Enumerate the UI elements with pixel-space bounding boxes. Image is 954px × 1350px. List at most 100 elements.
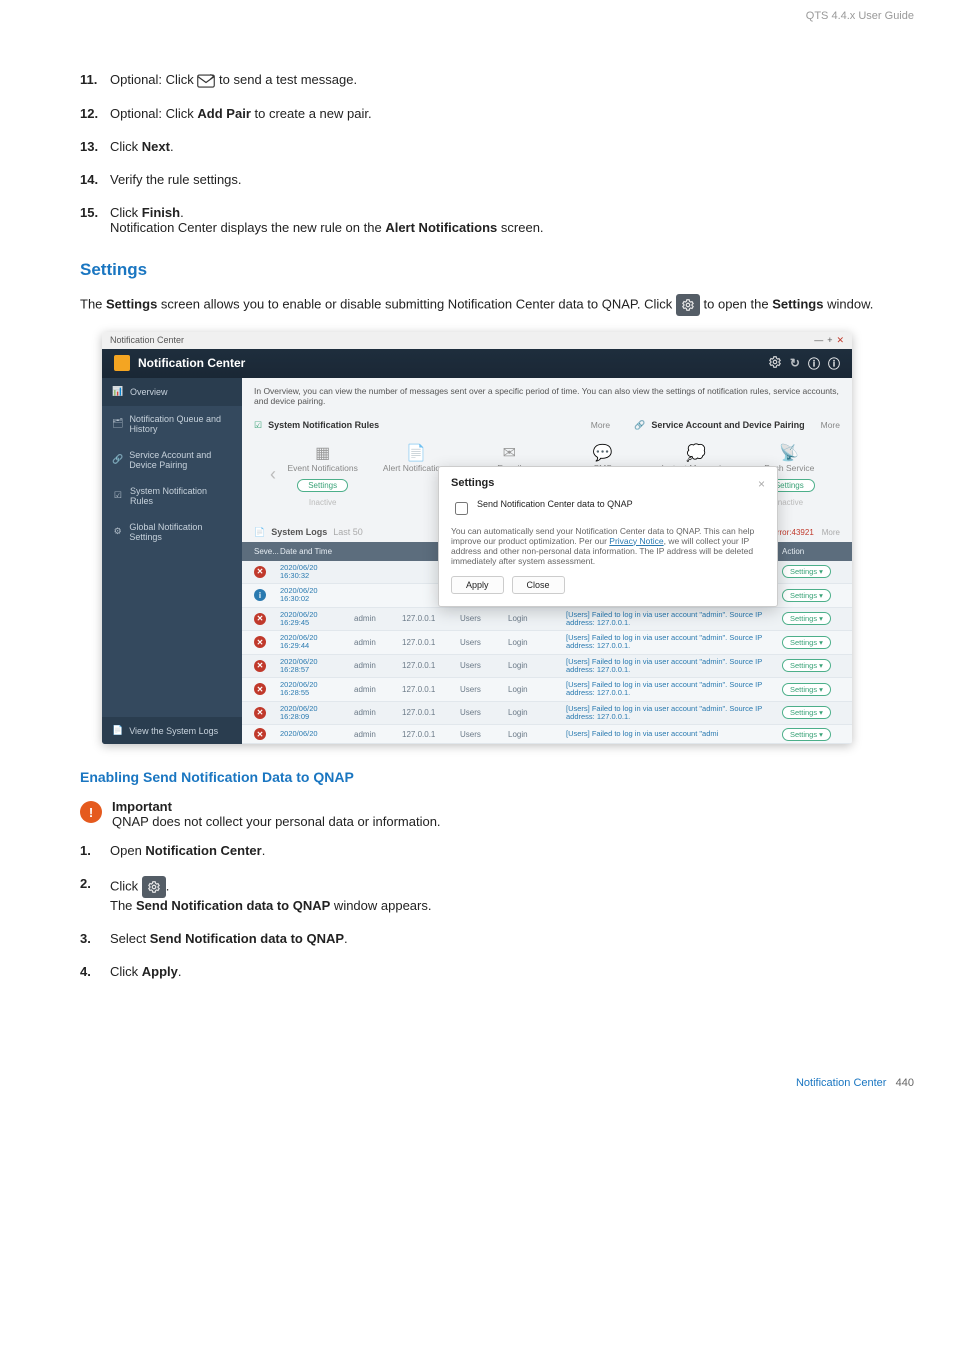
chat-icon: 💭 (649, 443, 742, 463)
doc-footer: Notification Center 440 (0, 1057, 954, 1109)
maximize-icon[interactable]: + (827, 335, 832, 346)
row-settings-button[interactable]: Settings ▾ (782, 683, 831, 696)
sidebar-item-overview[interactable]: 📊Overview (102, 378, 242, 406)
queue-icon: 🗂 (112, 418, 123, 430)
step-sub: Notification Center displays the new rul… (110, 220, 544, 235)
step-body: Open Notification Center. (110, 843, 874, 858)
row-settings-button[interactable]: Settings ▾ (782, 636, 831, 649)
step-body: Click Next. (110, 139, 874, 154)
error-icon: ✕ (254, 566, 266, 578)
cell-user: admin (354, 708, 398, 717)
info-icon: i (254, 589, 266, 601)
check-icon: ☑ (254, 420, 262, 431)
header-refresh-icon[interactable]: ↻ (790, 356, 800, 370)
cell-date: 2020/06/2016:28:57 (280, 658, 350, 675)
step-body: Select Send Notification data to QNAP. (110, 931, 874, 946)
gear-icon[interactable] (142, 876, 166, 898)
footer-page: 440 (896, 1077, 914, 1089)
row-settings-button[interactable]: Settings ▾ (782, 612, 831, 625)
rules-label: System Notification Rules (268, 420, 379, 430)
sidebar-item-service[interactable]: 🔗Service Account and Device Pairing (102, 442, 242, 478)
cell-date: 2020/06/2016:30:32 (280, 564, 350, 581)
step-body: Verify the rule settings. (110, 172, 874, 187)
app-title: Notification Center (138, 356, 245, 370)
mail-icon: ✉ (463, 443, 556, 463)
main-panel: In Overview, you can view the number of … (242, 378, 852, 745)
row-settings-button[interactable]: Settings ▾ (782, 565, 831, 578)
cell-date: 2020/06/20 (280, 730, 350, 738)
step-number: 1. (80, 843, 110, 858)
close-icon[interactable]: ✕ (836, 335, 844, 346)
step-number: 11. (80, 72, 110, 88)
settings-para-pre: The Settings screen allows you to enable… (80, 296, 676, 311)
step-number: 14. (80, 172, 110, 187)
cell-user: admin (354, 638, 398, 647)
col-sev: Seve... (254, 547, 276, 556)
gear-icon[interactable] (676, 294, 700, 316)
error-icon: ✕ (254, 683, 266, 695)
sidebar-item-rules[interactable]: ☑System Notification Rules (102, 478, 242, 514)
popup-checkbox[interactable] (455, 502, 468, 515)
sidebar: 📊Overview 🗂Notification Queue and Histor… (102, 378, 242, 745)
header-info-icon[interactable]: ⓘ (828, 355, 840, 372)
cell-cat: Login (508, 661, 562, 670)
row-settings-button[interactable]: Settings ▾ (782, 728, 831, 741)
titlebar-text: Notification Center (110, 335, 184, 345)
sidebar-footer[interactable]: 📄 View the System Logs (102, 717, 242, 744)
cell-cat: Login (508, 614, 562, 623)
table-row: ✕2020/06/2016:28:57admin127.0.0.1UsersLo… (242, 655, 852, 679)
row-settings-button[interactable]: Settings ▾ (782, 706, 831, 719)
cell-app: Users (460, 638, 504, 647)
logs-icon: 📄 (112, 725, 123, 736)
row-settings-button[interactable]: Settings ▾ (782, 659, 831, 672)
error-icon: ✕ (254, 728, 266, 740)
popup-description: You can automatically send your Notifica… (451, 526, 765, 566)
alert-icon: ! (80, 801, 102, 823)
cell-date: 2020/06/2016:28:55 (280, 681, 350, 698)
step-body: Click .The Send Notification data to QNA… (110, 876, 874, 913)
error-icon: ✕ (254, 636, 266, 648)
error-icon: ✕ (254, 613, 266, 625)
cell-date: 2020/06/2016:28:09 (280, 705, 350, 722)
logs-suffix: Last 50 (333, 527, 363, 537)
app-logo-icon (114, 355, 130, 371)
row-settings-button[interactable]: Settings ▾ (782, 589, 831, 602)
step-number: 3. (80, 931, 110, 946)
table-row: ✕2020/06/2016:28:09admin127.0.0.1UsersLo… (242, 702, 852, 726)
steps-list-a: 11.Optional: Click to send a test messag… (80, 72, 874, 235)
cell-date: 2020/06/2016:29:45 (280, 611, 350, 628)
sidebar-label: Global Notification Settings (129, 522, 232, 542)
channel-label: Event Notifications (287, 463, 357, 473)
logs-more[interactable]: More (822, 528, 840, 537)
minimize-icon[interactable]: — (814, 335, 823, 346)
step-body: Click Apply. (110, 964, 874, 979)
section-title-enable: Enabling Send Notification Data to QNAP (80, 769, 874, 785)
sidebar-item-queue[interactable]: 🗂Notification Queue and History (102, 406, 242, 442)
apply-button[interactable]: Apply (451, 576, 504, 594)
app-header: Notification Center ↻ ⓘ ⓘ (102, 349, 852, 378)
screenshot-window: Notification Center — + ✕ Notification C… (102, 332, 852, 745)
pairing-label: Service Account and Device Pairing (651, 420, 804, 430)
close-button[interactable]: Close (512, 576, 565, 594)
cell-ip: 127.0.0.1 (402, 614, 456, 623)
cell-user: admin (354, 685, 398, 694)
cell-cat: Login (508, 638, 562, 647)
sidebar-footer-label: View the System Logs (129, 726, 218, 736)
doc-icon: 📄 (369, 443, 462, 463)
cell-cat: Login (508, 730, 562, 739)
cell-content: [Users] Failed to log in via user accoun… (566, 611, 778, 628)
cell-date: 2020/06/2016:30:02 (280, 587, 350, 604)
more-link-2[interactable]: More (821, 420, 840, 430)
header-help-icon[interactable]: ⓘ (808, 355, 820, 372)
step-number: 13. (80, 139, 110, 154)
step-body: Click Finish.Notification Center display… (110, 205, 874, 235)
popup-close-icon[interactable]: × (758, 477, 765, 491)
push-icon: 📡 (743, 443, 836, 463)
header-gear-icon[interactable] (768, 355, 782, 372)
channel-settings-button[interactable]: Settings (297, 479, 348, 492)
cell-app: Users (460, 685, 504, 694)
cell-user: admin (354, 730, 398, 739)
sidebar-item-global[interactable]: ⚙Global Notification Settings (102, 514, 242, 550)
section-title-settings: Settings (80, 260, 874, 280)
more-link[interactable]: More (591, 420, 610, 430)
